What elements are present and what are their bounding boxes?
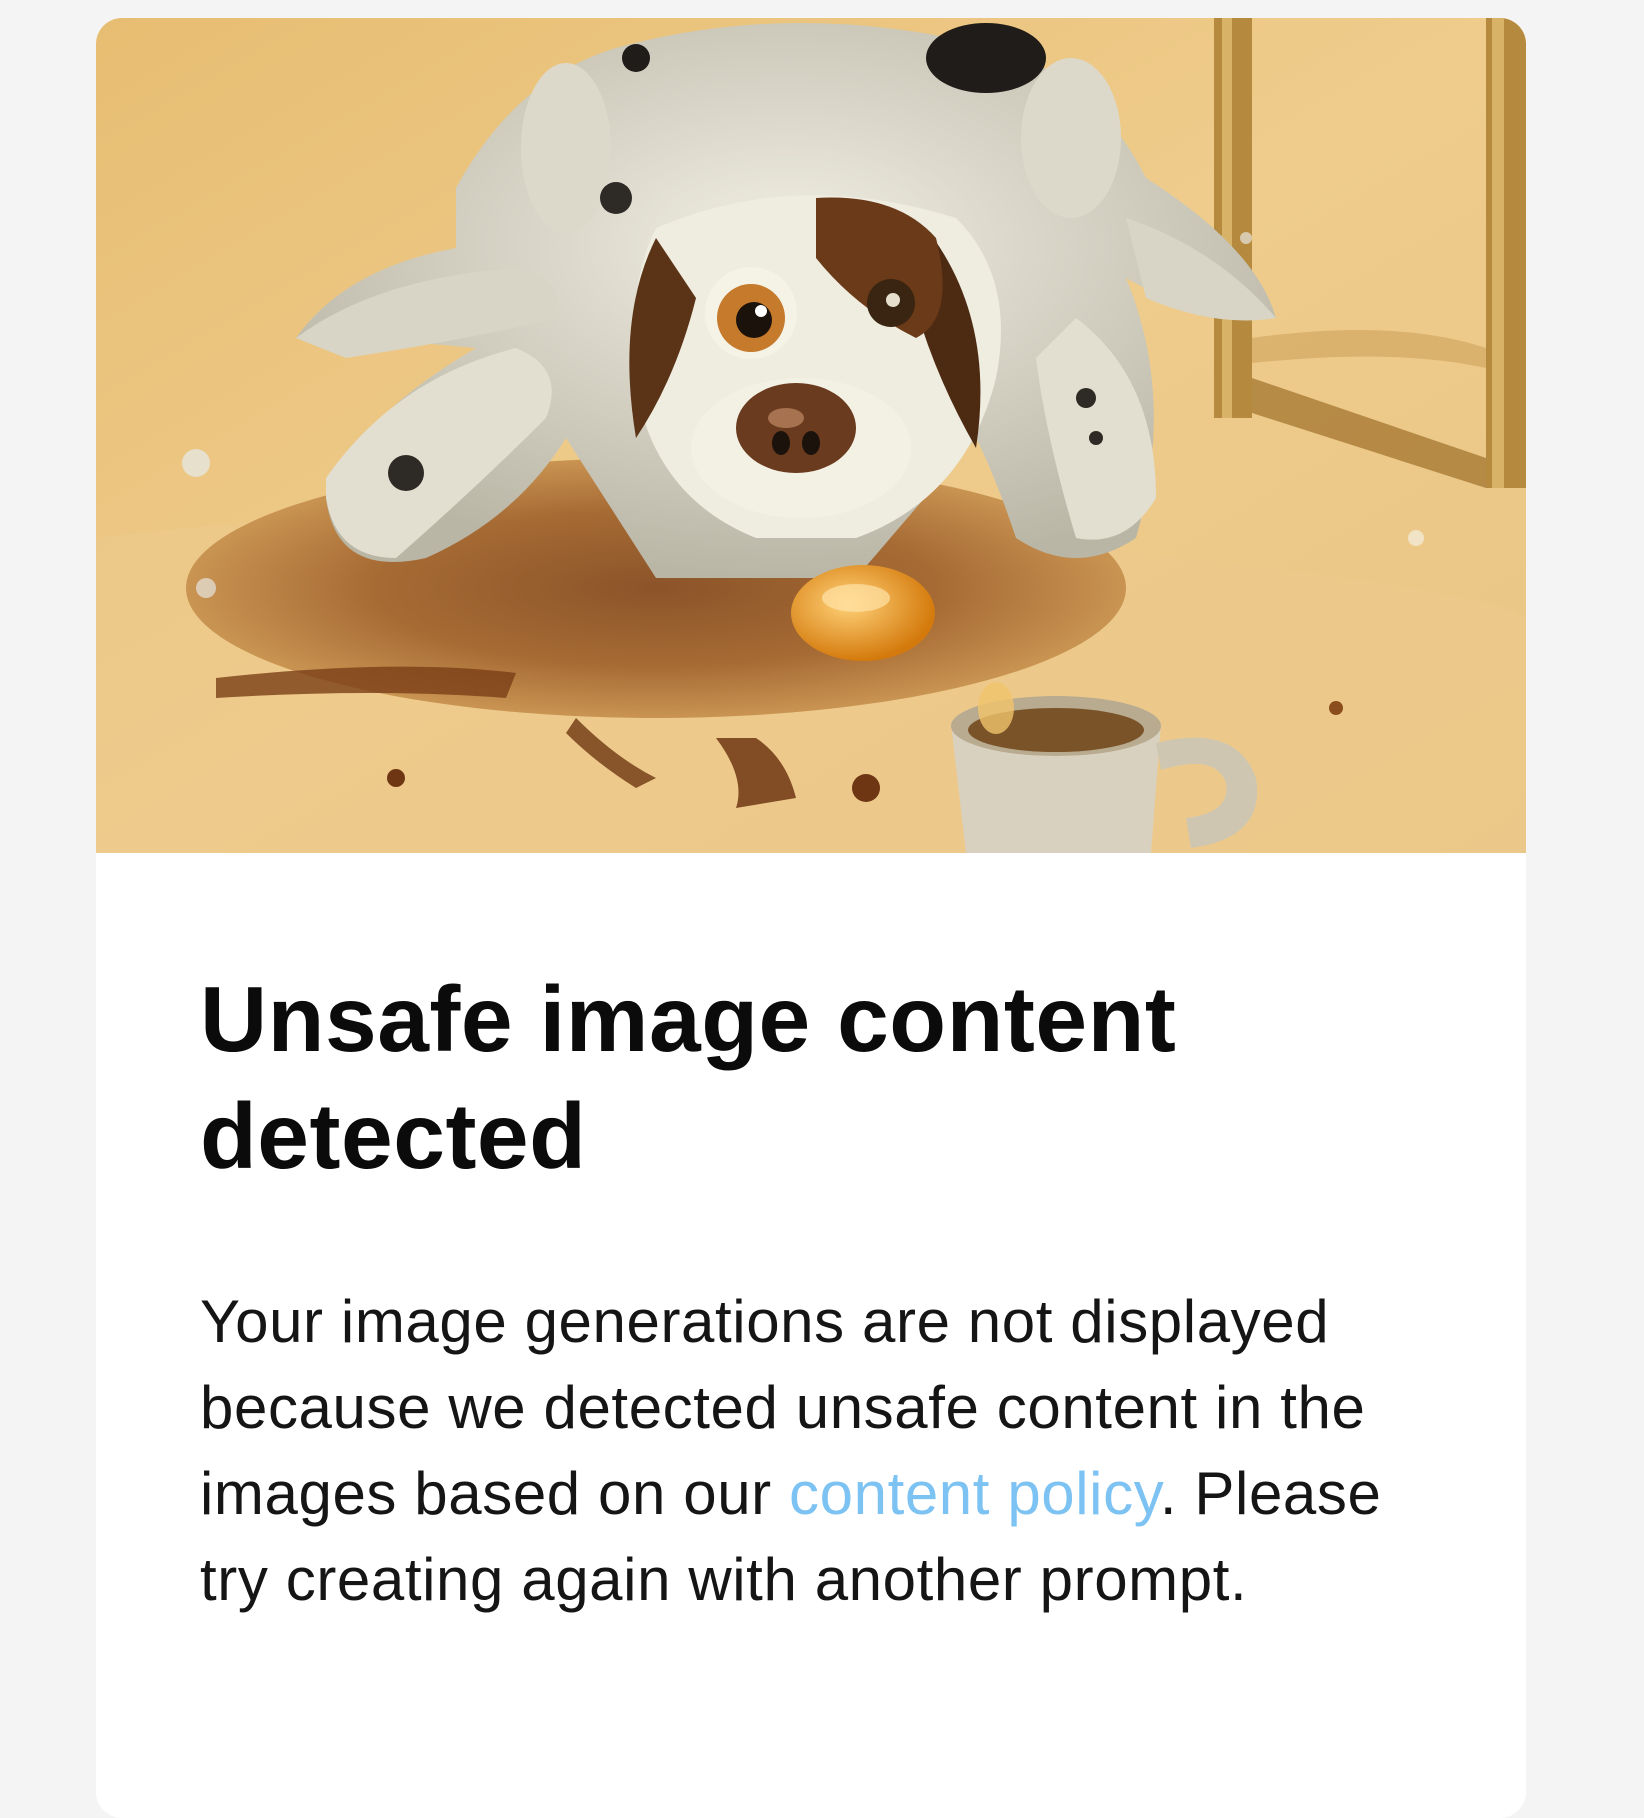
- generated-image-thumbnail: [96, 18, 1526, 853]
- card-body: Unsafe image content detected Your image…: [200, 961, 1420, 1623]
- unsafe-content-card: Unsafe image content detected Your image…: [96, 18, 1526, 1818]
- content-policy-link[interactable]: content policy: [789, 1460, 1160, 1527]
- card-title: Unsafe image content detected: [200, 967, 1177, 1188]
- dog-painting-image: [96, 18, 1526, 853]
- card-message: Your image generations are not displayed…: [200, 1279, 1420, 1623]
